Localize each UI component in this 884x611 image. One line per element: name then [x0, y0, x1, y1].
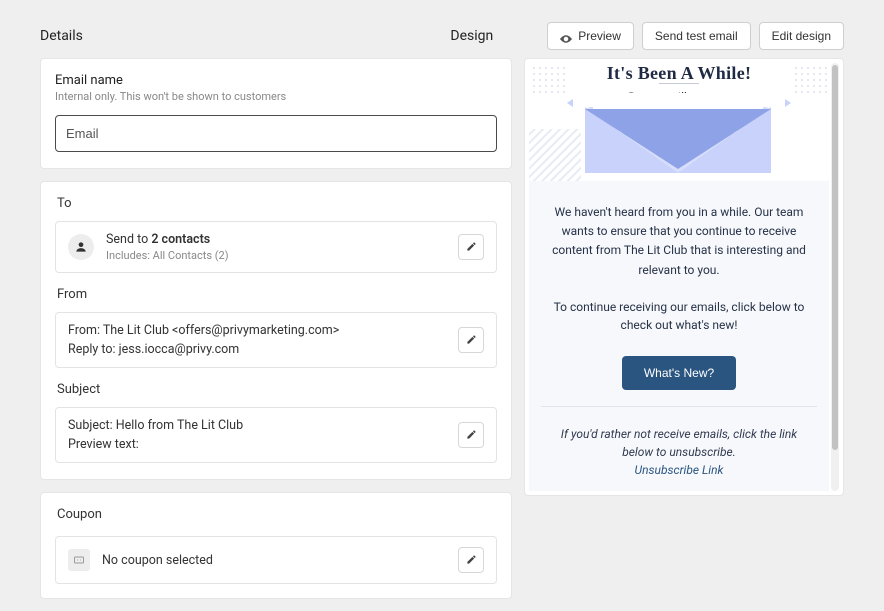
edit-design-button[interactable]: Edit design [759, 22, 844, 50]
send-test-email-button[interactable]: Send test email [642, 22, 751, 50]
coupon-line1: No coupon selected [102, 553, 213, 568]
decorative-rule [659, 83, 699, 84]
design-heading: Design [450, 28, 493, 44]
email-name-label: Email name [55, 73, 497, 88]
coupon-card: Coupon No coupon selected [40, 492, 512, 599]
preview-hero-title: It's Been A While! [529, 63, 829, 84]
to-title: To [57, 196, 497, 211]
from-title: From [57, 287, 497, 302]
edit-subject-button[interactable] [458, 422, 484, 448]
coupon-subcard: No coupon selected [55, 536, 497, 584]
contact-icon [68, 234, 94, 260]
pencil-icon [466, 240, 477, 255]
preview-cta-button[interactable]: What's New? [622, 356, 736, 390]
to-line2: Includes: All Contacts (2) [106, 249, 229, 262]
subject-line1: Subject: Hello from The Lit Club [68, 418, 243, 433]
edit-to-button[interactable] [458, 234, 484, 260]
subject-line2: Preview text: [68, 437, 243, 452]
scrollbar-thumb[interactable] [832, 65, 838, 450]
email-name-card: Email name Internal only. This won't be … [40, 58, 512, 169]
preview-hero: It's Been A While! Do you still want toh… [529, 63, 829, 181]
from-line1: From: The Lit Club <offers@privymarketin… [68, 323, 339, 338]
preview-body-paragraph-2: To continue receiving our emails, click … [549, 298, 809, 334]
details-heading: Details [40, 28, 83, 44]
edit-design-label: Edit design [772, 29, 831, 43]
envelope-flap [585, 109, 771, 169]
decorative-lines [529, 129, 581, 181]
subject-title: Subject [57, 382, 497, 397]
recipients-card: To Send to 2 contacts Includes: All Cont… [40, 181, 512, 480]
unsubscribe-link[interactable]: Unsubscribe Link [557, 461, 801, 479]
scrollbar[interactable] [831, 63, 839, 491]
eye-icon [560, 32, 572, 40]
edit-from-button[interactable] [458, 327, 484, 353]
pencil-icon [466, 553, 477, 568]
edit-coupon-button[interactable] [458, 547, 484, 573]
from-subcard: From: The Lit Club <offers@privymarketin… [55, 312, 497, 368]
email-name-input[interactable] [55, 115, 497, 152]
subject-subcard: Subject: Hello from The Lit Club Preview… [55, 407, 497, 463]
arrow-left-icon [567, 99, 573, 107]
preview-button[interactable]: Preview [547, 22, 634, 50]
preview-button-label: Preview [578, 29, 621, 43]
send-test-email-label: Send test email [655, 29, 738, 43]
preview-body-paragraph-1: We haven't heard from you in a while. Ou… [549, 203, 809, 280]
from-line2: Reply to: jess.iocca@privy.com [68, 342, 339, 357]
email-preview-pane: It's Been A While! Do you still want toh… [524, 58, 844, 496]
coupon-title: Coupon [57, 507, 497, 522]
preview-footer-text: If you'd rather not receive emails, clic… [557, 425, 801, 461]
to-line1: Send to 2 contacts [106, 232, 229, 247]
preview-viewport: It's Been A While! Do you still want toh… [529, 63, 829, 491]
to-subcard: Send to 2 contacts Includes: All Contact… [55, 221, 497, 273]
preview-body: We haven't heard from you in a while. Ou… [529, 181, 829, 406]
pencil-icon [466, 428, 477, 443]
arrow-right-icon [785, 99, 791, 107]
pencil-icon [466, 333, 477, 348]
preview-footer: If you'd rather not receive emails, clic… [529, 407, 829, 489]
coupon-icon [68, 549, 90, 571]
email-name-hint: Internal only. This won't be shown to cu… [55, 90, 497, 103]
